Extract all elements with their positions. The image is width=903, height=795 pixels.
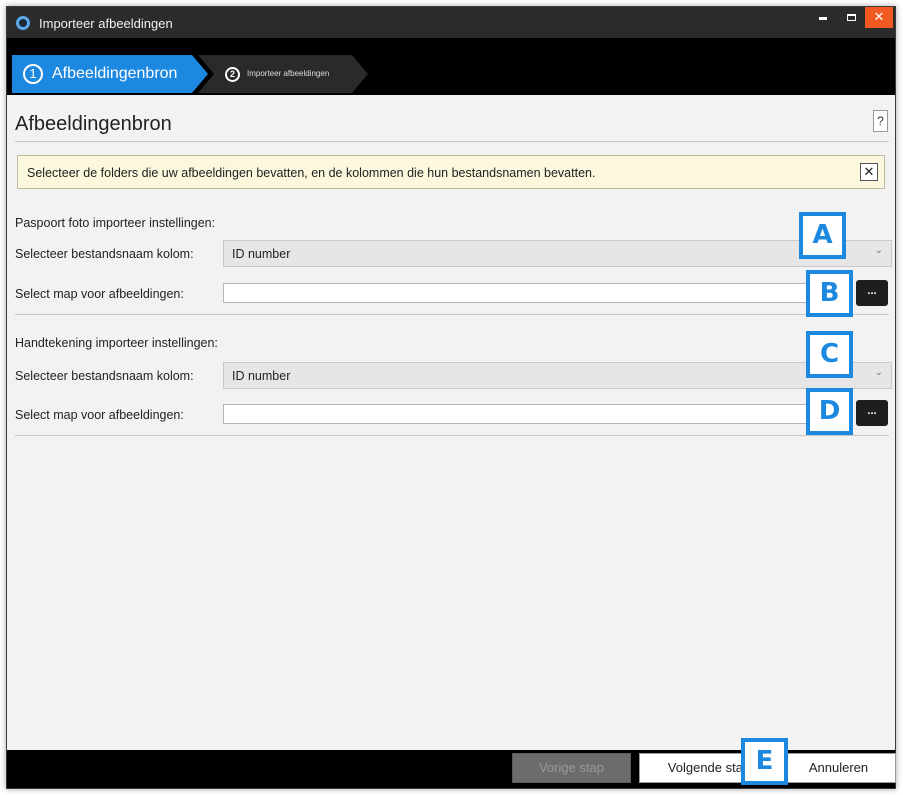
minimize-button[interactable] xyxy=(809,7,837,28)
cancel-button[interactable]: Annuleren xyxy=(781,753,896,783)
info-banner: Selecteer de folders die uw afbeeldingen… xyxy=(17,155,885,189)
signature-section-title: Handtekening importeer instellingen: xyxy=(15,336,218,350)
step-1-tab[interactable]: 1 Afbeeldingenbron xyxy=(12,55,208,93)
callout-d: D xyxy=(806,388,853,435)
signature-folder-label: Select map voor afbeeldingen: xyxy=(15,408,184,422)
callout-c: C xyxy=(806,331,853,378)
title-divider xyxy=(15,141,889,142)
help-button[interactable]: ? xyxy=(873,110,888,132)
passport-folder-input[interactable] xyxy=(223,283,851,303)
close-window-button[interactable]: ✕ xyxy=(865,7,893,28)
info-text: Selecteer de folders die uw afbeeldingen… xyxy=(27,166,596,180)
chevron-down-icon: ⌄ xyxy=(874,367,883,378)
maximize-icon xyxy=(846,14,856,22)
passport-column-dropdown[interactable]: ID number ⌄ xyxy=(223,240,892,267)
close-icon: ✕ xyxy=(873,9,885,24)
page-title: Afbeeldingenbron xyxy=(15,113,172,135)
signature-column-value: ID number xyxy=(232,369,291,383)
step-1-number: 1 xyxy=(23,64,43,84)
passport-section-title: Paspoort foto importeer instellingen: xyxy=(15,216,216,230)
minimize-icon xyxy=(819,17,827,21)
passport-browse-button[interactable]: ... xyxy=(856,280,888,306)
signature-section-divider xyxy=(15,435,889,436)
passport-section-divider xyxy=(15,314,889,315)
import-images-window: Importeer afbeeldingen ✕ 1 Afbeeldingenb… xyxy=(6,6,896,789)
signature-browse-button[interactable]: ... xyxy=(856,400,888,426)
signature-column-dropdown[interactable]: ID number ⌄ xyxy=(223,362,892,389)
passport-column-value: ID number xyxy=(232,247,291,261)
window-title: Importeer afbeeldingen xyxy=(39,16,173,31)
callout-e: E xyxy=(741,738,788,785)
signature-column-label: Selecteer bestandsnaam kolom: xyxy=(15,369,194,383)
step-1-label: Afbeeldingenbron xyxy=(52,65,178,82)
passport-column-label: Selecteer bestandsnaam kolom: xyxy=(15,247,194,261)
app-logo-icon xyxy=(16,16,30,30)
step-2-tab[interactable]: 2 Importeer afbeeldingen xyxy=(198,55,368,93)
signature-folder-input[interactable] xyxy=(223,404,851,424)
step-2-number: 2 xyxy=(225,67,240,82)
previous-step-button[interactable]: Vorige stap xyxy=(512,753,631,783)
chevron-down-icon: ⌄ xyxy=(874,245,883,256)
maximize-button[interactable] xyxy=(837,7,865,28)
title-bar[interactable]: Importeer afbeeldingen ✕ xyxy=(7,7,895,38)
step-2-label: Importeer afbeeldingen xyxy=(247,69,330,78)
callout-a: A xyxy=(799,212,846,259)
wizard-step-bar: 1 Afbeeldingenbron 2 Importeer afbeeldin… xyxy=(7,38,895,95)
callout-b: B xyxy=(806,270,853,317)
passport-folder-label: Select map voor afbeeldingen: xyxy=(15,287,184,301)
info-close-button[interactable]: ✕ xyxy=(860,163,878,181)
help-icon: ? xyxy=(877,114,884,128)
